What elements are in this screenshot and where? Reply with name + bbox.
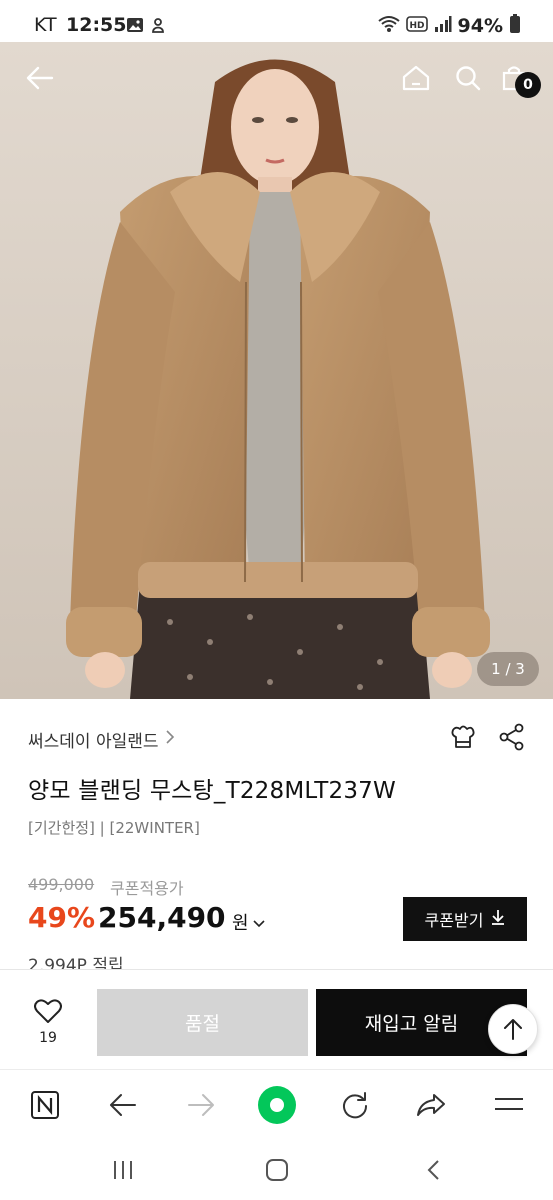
search-icon (456, 66, 481, 91)
hamburger-menu-icon (495, 1098, 523, 1110)
scroll-to-top-button[interactable] (488, 1004, 538, 1054)
gallery-page-indicator: 1 / 3 (477, 652, 539, 686)
browser-toolbar (0, 1069, 553, 1139)
brand-shop-button[interactable] (449, 723, 477, 755)
system-navigation-bar (0, 1139, 553, 1200)
home-square-icon (266, 1159, 288, 1181)
refresh-icon (343, 1092, 368, 1119)
share-button[interactable] (499, 723, 525, 755)
browser-menu-button[interactable] (488, 1084, 530, 1126)
share-arrow-icon (417, 1094, 445, 1116)
coupon-price-label: 쿠폰적용가 (110, 879, 184, 898)
signal-icon (434, 15, 452, 37)
discount-rate: 49% (28, 901, 96, 934)
product-info: 써스데이 아일랜드 양모 블랜딩 무스탕_T228MLT237W [기간한정] … (0, 699, 553, 969)
arrow-up-icon (504, 1019, 522, 1040)
chevron-left-icon (427, 1160, 439, 1180)
coupon-button-label: 쿠폰받기 (424, 911, 484, 930)
back-button[interactable] (22, 60, 58, 96)
browser-share-button[interactable] (410, 1084, 452, 1126)
browser-forward-button[interactable] (180, 1084, 222, 1126)
home-icon (402, 65, 430, 91)
heart-icon (34, 999, 62, 1023)
naver-home-button[interactable] (24, 1084, 66, 1126)
image-icon (126, 16, 144, 38)
recent-apps-button[interactable] (103, 1153, 143, 1187)
wifi-icon (377, 15, 400, 37)
system-back-button[interactable] (413, 1153, 453, 1187)
home-button[interactable] (398, 60, 434, 96)
coupon-download-button[interactable]: 쿠폰받기 (403, 897, 527, 941)
naver-n-icon (31, 1091, 59, 1119)
alert-icon (150, 16, 166, 38)
clock: 12:55 (66, 14, 127, 36)
arrow-right-icon (188, 1094, 214, 1116)
product-image-gallery[interactable]: 0 1 / 3 (0, 42, 553, 699)
battery-icon (509, 14, 521, 38)
brand-name: 써스데이 아일랜드 (28, 732, 159, 752)
download-icon (491, 909, 505, 929)
browser-back-button[interactable] (102, 1084, 144, 1126)
svg-text:HD: HD (409, 21, 424, 31)
share-icon (499, 723, 524, 751)
product-name: 양모 블랜딩 무스탕_T228MLT237W (28, 778, 396, 804)
refresh-button[interactable] (334, 1084, 376, 1126)
product-tags: [기간한정] | [22WINTER] (28, 819, 200, 837)
purchase-bar: 19 품절 재입고 알림 (0, 969, 553, 1069)
hd-icon: HD (405, 15, 428, 37)
chef-hat-icon (451, 725, 475, 748)
chevron-right-icon (165, 729, 175, 750)
home-system-button[interactable] (257, 1153, 297, 1187)
green-dot-icon (258, 1086, 296, 1124)
currency-label: 원 (232, 913, 249, 934)
wishlist-button[interactable]: 19 (18, 998, 78, 1046)
reward-points: 2,994P 적립 (28, 956, 124, 969)
chevron-down-icon (252, 912, 265, 933)
sale-price: 254,490 (98, 901, 226, 934)
brand-link[interactable]: 써스데이 아일랜드 (28, 727, 175, 752)
recent-apps-icon (114, 1161, 132, 1179)
price-detail-toggle[interactable]: 원 (232, 909, 265, 935)
naver-green-dot-button[interactable] (256, 1084, 298, 1126)
carrier-label: KT (34, 14, 57, 36)
product-photo (0, 42, 553, 699)
search-button[interactable] (450, 60, 486, 96)
cart-count-badge: 0 (515, 72, 541, 98)
wishlist-count: 19 (39, 1030, 57, 1046)
original-price: 499,000 (28, 875, 95, 894)
battery-percent: 94% (457, 15, 503, 37)
arrow-left-icon (26, 66, 54, 90)
arrow-left-icon (110, 1094, 136, 1116)
soldout-button: 품절 (97, 989, 308, 1056)
